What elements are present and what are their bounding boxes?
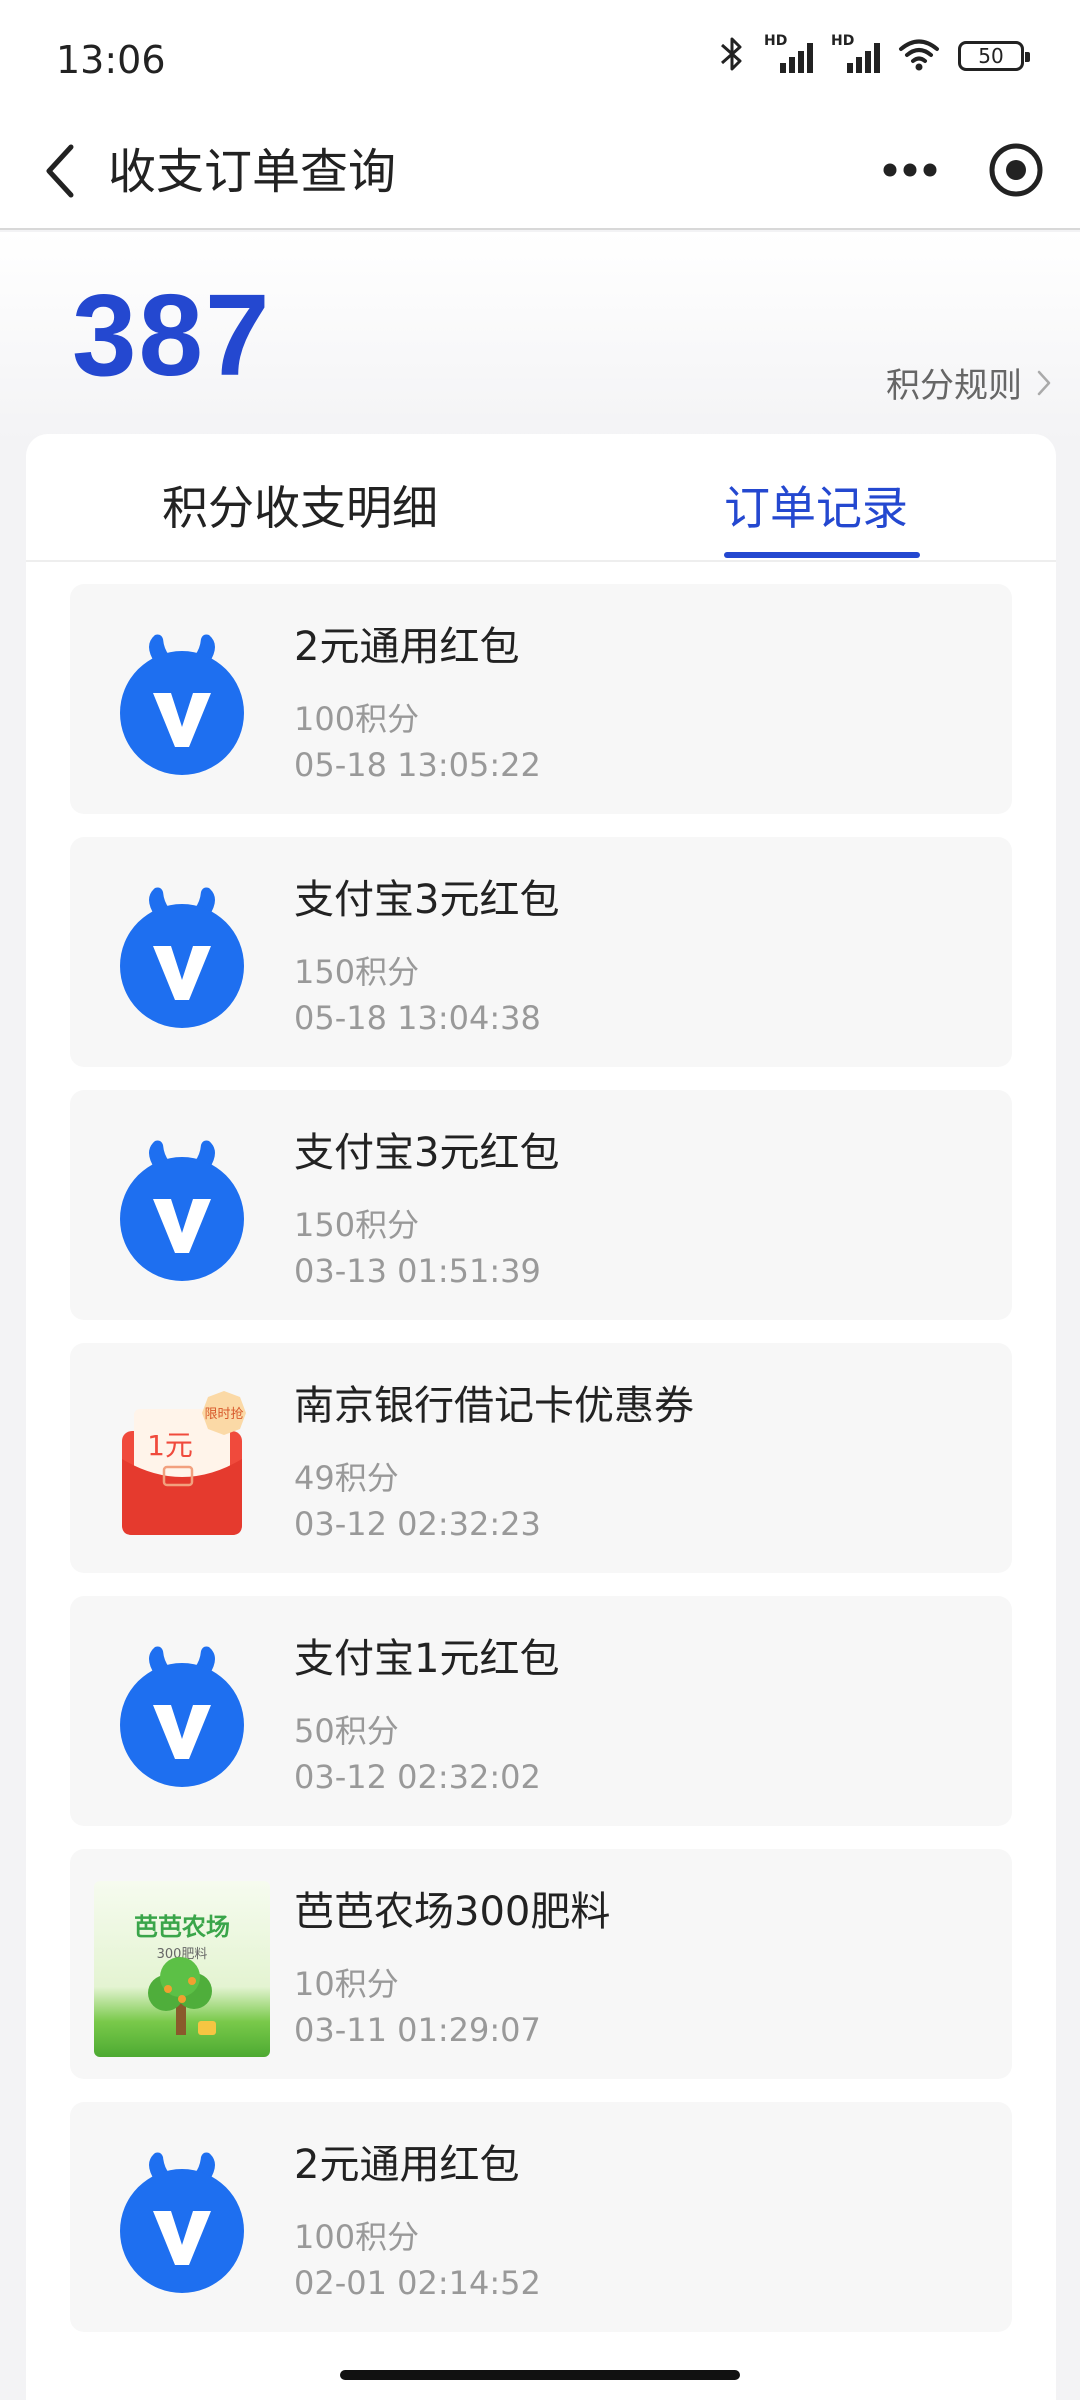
order-cost: 100积分 — [294, 700, 420, 738]
alipay-v-icon — [92, 1120, 272, 1300]
order-name: 2元通用红包 — [294, 624, 520, 670]
alipay-v-icon — [92, 614, 272, 794]
order-cost: 100积分 — [294, 2218, 420, 2256]
home-indicator[interactable] — [340, 2370, 740, 2380]
alipay-v-icon — [92, 867, 272, 1047]
tab-order-records[interactable]: 订单记录 — [724, 472, 908, 538]
more-icon — [883, 163, 937, 177]
points-rules-label: 积分规则 — [886, 366, 1022, 406]
order-name: 南京银行借记卡优惠券 — [294, 1383, 694, 1429]
order-time: 03-11 01:29:07 — [294, 2011, 541, 2049]
order-time: 05-18 13:04:38 — [294, 999, 541, 1037]
signal-icon: HD — [831, 33, 880, 73]
farm-icon: 芭芭农场 300肥料 — [92, 1879, 272, 2059]
order-time: 03-12 02:32:02 — [294, 1758, 541, 1796]
order-name: 芭芭农场300肥料 — [294, 1889, 611, 1935]
page-title: 收支订单查询 — [108, 144, 397, 200]
order-time: 03-13 01:51:39 — [294, 1252, 541, 1290]
list-item[interactable]: 支付宝3元红包 150积分 05-18 13:04:38 — [70, 837, 1012, 1067]
back-icon — [46, 144, 74, 198]
points-header: 387 积分规则 — [0, 232, 1080, 442]
order-list: 2元通用红包 100积分 05-18 13:05:22 支付宝3元红包 150积… — [70, 584, 1012, 2355]
list-item[interactable]: 1元 限时抢 南京银行借记卡优惠券 49积分 03-12 02:32:23 — [70, 1343, 1012, 1573]
target-icon — [989, 143, 1043, 197]
close-miniprogram-button[interactable] — [980, 134, 1052, 206]
alipay-v-icon — [92, 1626, 272, 1806]
order-cost: 49积分 — [294, 1459, 399, 1497]
more-button[interactable] — [870, 138, 950, 202]
order-time: 05-18 13:05:22 — [294, 746, 541, 784]
alipay-v-icon — [92, 2132, 272, 2312]
farm-image: 芭芭农场 300肥料 — [94, 1881, 270, 2057]
list-item[interactable]: 2元通用红包 100积分 02-01 02:14:52 — [70, 2102, 1012, 2332]
tab-bar: 积分收支明细 订单记录 — [26, 434, 1056, 562]
bluetooth-icon — [718, 36, 746, 76]
order-name: 支付宝1元红包 — [294, 1636, 560, 1682]
chevron-right-icon — [1037, 370, 1051, 395]
status-bar: 13:06 HD HD 50 — [0, 0, 1080, 110]
order-cost: 150积分 — [294, 953, 420, 991]
red-envelope-icon: 1元 限时抢 — [92, 1373, 272, 1553]
svg-text:1元: 1元 — [147, 1429, 193, 1462]
battery-icon: 50 — [958, 41, 1030, 71]
points-rules-link[interactable]: 积分规则 — [886, 358, 1052, 407]
order-time: 02-01 02:14:52 — [294, 2264, 541, 2302]
nav-bar: 收支订单查询 — [0, 110, 1080, 230]
svg-text:限时抢: 限时抢 — [204, 1406, 243, 1422]
order-name: 支付宝3元红包 — [294, 1130, 560, 1176]
back-button[interactable] — [26, 136, 96, 206]
wifi-icon — [898, 37, 940, 75]
points-balance: 387 — [72, 270, 272, 400]
status-time: 13:06 — [56, 38, 166, 82]
order-cost: 150积分 — [294, 1206, 420, 1244]
order-name: 2元通用红包 — [294, 2142, 520, 2188]
list-item[interactable]: 芭芭农场 300肥料 芭芭农场300肥料 10积分 03-11 01:29:07 — [70, 1849, 1012, 2079]
active-tab-indicator — [724, 552, 920, 558]
orders-card: 积分收支明细 订单记录 2元通用红包 100积分 05-18 13:05:22 — [26, 434, 1056, 2400]
order-cost: 50积分 — [294, 1712, 399, 1750]
list-item[interactable]: 2元通用红包 100积分 05-18 13:05:22 — [70, 584, 1012, 814]
order-name: 支付宝3元红包 — [294, 877, 560, 923]
tree-icon — [148, 1957, 216, 2035]
order-cost: 10积分 — [294, 1965, 399, 2003]
list-item[interactable]: 支付宝3元红包 150积分 03-13 01:51:39 — [70, 1090, 1012, 1320]
status-icons: HD HD 50 — [718, 33, 1030, 76]
signal-icon: HD — [764, 33, 813, 73]
list-item[interactable]: 支付宝1元红包 50积分 03-12 02:32:02 — [70, 1596, 1012, 1826]
order-time: 03-12 02:32:23 — [294, 1505, 541, 1543]
tab-points-detail[interactable]: 积分收支明细 — [162, 472, 438, 538]
